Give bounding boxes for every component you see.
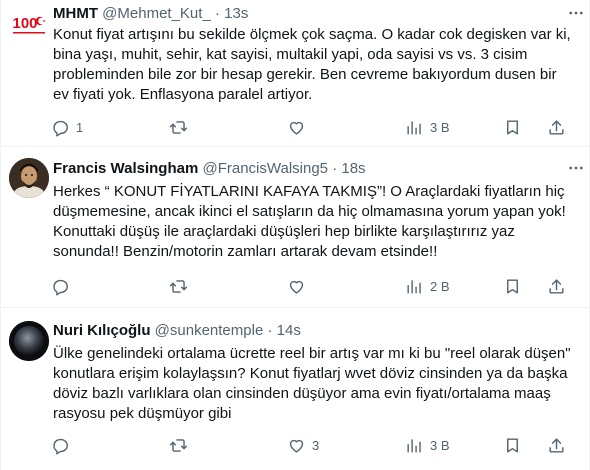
timeline: 100 MHMT @Mehmet_Kut_ · 13s Konut fiyat …: [0, 0, 590, 470]
avatar[interactable]: 100: [9, 3, 49, 43]
like-button[interactable]: [287, 117, 312, 137]
like-button[interactable]: [287, 276, 312, 296]
tweet-header: Francis Walsingham @FrancisWalsing5 · 18…: [53, 159, 366, 179]
reply-button[interactable]: [51, 276, 76, 296]
bookmark-button[interactable]: [503, 435, 522, 455]
like-icon: [289, 439, 304, 453]
share-button[interactable]: [547, 435, 566, 455]
bookmark-icon: [507, 278, 518, 294]
views-button[interactable]: 2 B: [405, 276, 450, 296]
retweet-button[interactable]: [169, 435, 194, 455]
separator-dot: ·: [332, 160, 338, 177]
portrait-avatar: [9, 158, 49, 198]
user-handle[interactable]: @FrancisWalsing5: [202, 160, 328, 177]
like-icon: [289, 280, 304, 294]
share-button[interactable]: [547, 276, 566, 296]
tweet-text: Konut fiyat artışını bu sekilde ölçmek ç…: [53, 26, 571, 103]
share-icon: [549, 119, 564, 135]
bookmark-icon: [507, 119, 518, 135]
view-count: 3 B: [430, 119, 450, 135]
reply-icon: [53, 120, 68, 137]
tweet-text: Ülke genelindeki ortalama ücrette reel b…: [53, 345, 571, 422]
views-icon: [407, 279, 421, 294]
timestamp[interactable]: 18s: [341, 160, 365, 177]
bookmark-button[interactable]: [503, 117, 522, 137]
reply-button[interactable]: 1: [51, 117, 83, 137]
view-count: 2 B: [430, 278, 450, 294]
tweet-actions: 1 3 B: [51, 117, 571, 137]
views-button[interactable]: 3 B: [405, 435, 450, 455]
turkish-100-logo: 100: [9, 3, 49, 43]
reply-icon: [53, 438, 68, 455]
more-icon[interactable]: [567, 159, 585, 177]
reply-icon: [53, 279, 68, 296]
tweet-actions: 3 3 B: [51, 435, 571, 455]
user-handle[interactable]: @Mehmet_Kut_: [102, 5, 211, 22]
like-icon: [289, 121, 304, 135]
tweet-header: Nuri Kılıçoğlu @sunkentemple · 14s: [53, 321, 301, 341]
tweet-header: MHMT @Mehmet_Kut_ · 13s: [53, 4, 248, 24]
avatar[interactable]: [9, 158, 49, 198]
sphere-avatar: [9, 321, 49, 361]
tweet-2[interactable]: Francis Walsingham @FrancisWalsing5 · 18…: [1, 155, 590, 308]
view-count: 3 B: [430, 437, 450, 453]
timestamp[interactable]: 13s: [224, 5, 248, 22]
retweet-button[interactable]: [169, 117, 194, 137]
retweet-icon: [169, 279, 188, 293]
avatar-badge: 100: [12, 15, 37, 32]
like-button[interactable]: 3: [287, 435, 319, 455]
views-icon: [407, 120, 421, 135]
share-button[interactable]: [547, 117, 566, 137]
retweet-icon: [169, 120, 188, 134]
like-count: 3: [312, 437, 320, 453]
share-icon: [549, 437, 564, 453]
separator-dot: ·: [267, 322, 273, 339]
user-handle[interactable]: @sunkentemple: [155, 322, 264, 339]
bookmark-icon: [507, 437, 518, 453]
views-button[interactable]: 3 B: [405, 117, 450, 137]
views-icon: [407, 438, 421, 453]
reply-count: 1: [76, 119, 84, 135]
retweet-button[interactable]: [169, 276, 194, 296]
display-name[interactable]: MHMT: [53, 5, 98, 22]
display-name[interactable]: Francis Walsingham: [53, 160, 198, 177]
display-name[interactable]: Nuri Kılıçoğlu: [53, 322, 151, 339]
timestamp[interactable]: 14s: [277, 322, 301, 339]
share-icon: [549, 278, 564, 294]
retweet-icon: [169, 438, 188, 452]
tweet-1[interactable]: 100 MHMT @Mehmet_Kut_ · 13s Konut fiyat …: [1, 0, 590, 147]
tweet-actions: 2 B: [51, 276, 571, 296]
separator-dot: ·: [214, 5, 220, 22]
avatar[interactable]: [9, 321, 49, 361]
reply-button[interactable]: [51, 435, 76, 455]
tweet-text: Herkes “ KONUT FİYATLARINI KAFAYA TAKMIŞ…: [53, 183, 566, 260]
more-icon[interactable]: [567, 4, 585, 22]
bookmark-button[interactable]: [503, 276, 522, 296]
tweet-3[interactable]: Nuri Kılıçoğlu @sunkentemple · 14s Ülke …: [1, 318, 590, 470]
